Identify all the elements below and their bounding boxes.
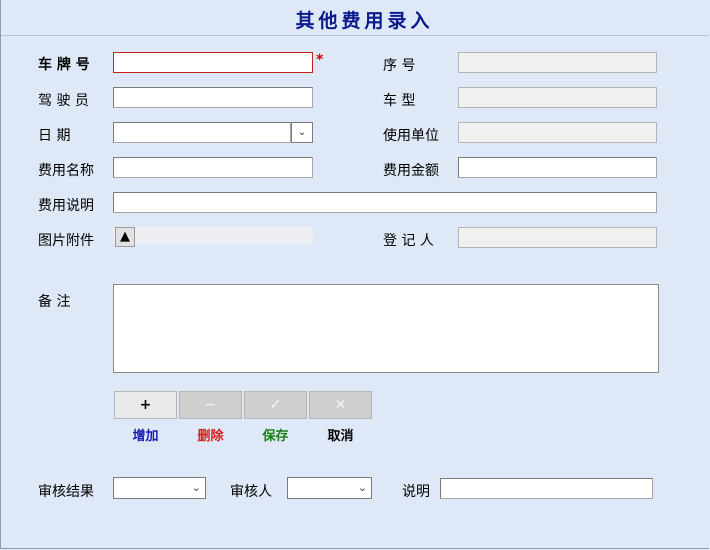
delete-button[interactable]: − xyxy=(179,391,242,419)
registrar-label: 登 记 人 xyxy=(383,233,434,249)
plate-label: 车 牌 号 xyxy=(38,57,90,73)
date-label: 日 期 xyxy=(38,128,71,144)
seq-label: 序 号 xyxy=(383,58,416,74)
driver-input[interactable] xyxy=(113,87,313,108)
check-icon: ✓ xyxy=(269,397,282,413)
review-result-select[interactable]: ⌄ xyxy=(113,477,206,499)
delete-label[interactable]: 删除 xyxy=(179,425,242,444)
plate-input[interactable] xyxy=(113,52,313,73)
plus-icon: + xyxy=(139,397,152,413)
fee-amount-label: 费用金额 xyxy=(383,163,439,179)
title-divider xyxy=(1,35,709,36)
cancel-label[interactable]: 取消 xyxy=(309,425,372,444)
seq-input[interactable] xyxy=(458,52,657,73)
vehicle-type-label: 车 型 xyxy=(383,93,416,109)
driver-label: 驾 驶 员 xyxy=(38,93,89,109)
review-note-input[interactable] xyxy=(440,478,653,499)
add-button[interactable]: + xyxy=(114,391,177,419)
save-label[interactable]: 保存 xyxy=(244,425,307,444)
vehicle-type-input[interactable] xyxy=(458,87,657,108)
minus-icon: − xyxy=(204,397,217,413)
review-note-label: 说明 xyxy=(402,484,430,500)
close-icon: ✕ xyxy=(334,397,347,413)
chevron-down-icon: ⌄ xyxy=(191,481,201,494)
date-input[interactable] xyxy=(113,122,291,143)
fee-desc-input[interactable] xyxy=(113,192,657,213)
window-frame: 其他费用录入 车 牌 号 * 序 号 驾 驶 员 车 型 日 期 ⌄ 使用单位 … xyxy=(0,0,709,549)
attachment-label: 图片附件 xyxy=(38,233,94,249)
fee-name-input[interactable] xyxy=(113,157,313,178)
cancel-button[interactable]: ✕ xyxy=(309,391,372,419)
fee-amount-input[interactable] xyxy=(458,157,657,178)
add-label[interactable]: 增加 xyxy=(114,425,177,444)
reviewer-label: 审核人 xyxy=(230,484,272,500)
registrar-input[interactable] xyxy=(458,227,657,248)
upload-arrow-icon: ▲ xyxy=(120,229,130,244)
upload-button[interactable]: ▲ xyxy=(115,227,135,247)
fee-name-label: 费用名称 xyxy=(38,163,94,179)
review-result-label: 审核结果 xyxy=(38,484,94,500)
date-picker-button[interactable]: ⌄ xyxy=(291,122,313,143)
remarks-textarea[interactable] xyxy=(113,284,659,373)
page-title: 其他费用录入 xyxy=(295,10,434,32)
remarks-label: 备 注 xyxy=(38,294,71,310)
user-unit-input[interactable] xyxy=(458,122,657,143)
chevron-down-icon: ⌄ xyxy=(297,127,307,138)
attachment-field xyxy=(113,227,313,244)
save-button[interactable]: ✓ xyxy=(244,391,307,419)
fee-desc-label: 费用说明 xyxy=(38,198,94,214)
user-unit-label: 使用单位 xyxy=(383,128,439,144)
reviewer-select[interactable]: ⌄ xyxy=(287,477,372,499)
required-mark: * xyxy=(316,52,324,68)
chevron-down-icon: ⌄ xyxy=(357,481,367,494)
